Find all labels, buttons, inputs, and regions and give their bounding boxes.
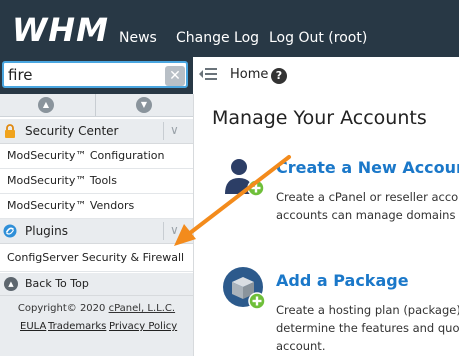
- category-label: Plugins: [25, 224, 68, 238]
- back-to-top-label: Back To Top: [25, 277, 89, 290]
- clear-search-icon[interactable]: ✕: [165, 66, 185, 86]
- divider: [163, 122, 164, 140]
- breadcrumb: Home ?: [193, 57, 459, 94]
- search-input[interactable]: [2, 61, 188, 88]
- eula-link[interactable]: EULA: [20, 321, 46, 332]
- back-to-top-row[interactable]: ▲ Back To Top: [0, 273, 193, 296]
- category-label: Security Center: [25, 124, 119, 138]
- sidebar-item-label: ModSecurity™ Configuration: [7, 149, 165, 162]
- divider: [95, 94, 96, 116]
- sidebar-footer: Copyright© 2020 cPanel, L.L.C. EULA Trad…: [0, 296, 193, 356]
- privacy-policy-link[interactable]: Privacy Policy: [109, 321, 177, 332]
- feature-description: Create a cPanel or reseller account: [276, 190, 459, 204]
- up-arrow-icon: ▲: [4, 277, 18, 291]
- add-package-link[interactable]: Add a Package: [276, 271, 409, 290]
- sidebar-item-label: ConfigServer Security & Firewall: [7, 251, 185, 264]
- sidebar-item-modsecurity-vendors[interactable]: ModSecurity™ Vendors: [0, 194, 193, 219]
- whm-logo[interactable]: WHM: [12, 12, 109, 48]
- plugins-icon: [3, 224, 17, 238]
- news-link[interactable]: News: [119, 30, 157, 46]
- sidebar-item-modsecurity-configuration[interactable]: ModSecurity™ Configuration: [0, 144, 193, 169]
- sidebar-item-configserver-firewall[interactable]: ConfigServer Security & Firewall: [0, 244, 193, 272]
- divider: [163, 222, 164, 240]
- lock-icon: [5, 124, 15, 138]
- cpanel-link[interactable]: cPanel, L.L.C.: [109, 303, 176, 314]
- sidebar: ✕ ▲ ▼ Security Center ∨ ModSecurity™ Con…: [0, 57, 194, 356]
- category-security-center[interactable]: Security Center ∨: [0, 119, 193, 144]
- feature-description: Create a hosting plan (package). P: [276, 303, 459, 317]
- create-account-link[interactable]: Create a New Account: [276, 158, 459, 177]
- copyright-prefix: Copyright© 2020: [17, 303, 109, 314]
- sidebar-item-label: ModSecurity™ Vendors: [7, 199, 135, 212]
- top-header: WHM News Change Log Log Out (root): [0, 0, 459, 57]
- breadcrumb-home-link[interactable]: Home: [230, 67, 268, 82]
- category-plugins[interactable]: Plugins ∨: [0, 219, 193, 244]
- feature-description: accounts can manage domains and: [276, 208, 459, 222]
- page-title: Manage Your Accounts: [212, 107, 427, 129]
- copyright-text: Copyright© 2020 cPanel, L.L.C.: [0, 303, 193, 314]
- trademarks-link[interactable]: Trademarks: [48, 321, 106, 332]
- add-user-icon[interactable]: [222, 154, 268, 200]
- sidebar-item-label: ModSecurity™ Tools: [7, 174, 117, 187]
- package-icon[interactable]: [222, 266, 270, 314]
- expand-all-icon[interactable]: ▼: [136, 97, 152, 113]
- collapse-all-icon[interactable]: ▲: [38, 97, 54, 113]
- sidebar-item-modsecurity-tools[interactable]: ModSecurity™ Tools: [0, 169, 193, 194]
- feature-description: account.: [276, 339, 326, 353]
- chevron-down-icon[interactable]: ∨: [170, 223, 179, 237]
- sidebar-search-area: ✕: [0, 57, 193, 94]
- change-log-link[interactable]: Change Log: [176, 30, 259, 46]
- chevron-down-icon[interactable]: ∨: [170, 123, 179, 137]
- help-icon[interactable]: ?: [271, 68, 287, 84]
- feature-description: determine the features and quota: [276, 321, 459, 335]
- logout-link[interactable]: Log Out (root): [269, 30, 367, 46]
- collapse-expand-row: ▲ ▼: [0, 94, 193, 117]
- menu-toggle-icon[interactable]: [199, 66, 217, 82]
